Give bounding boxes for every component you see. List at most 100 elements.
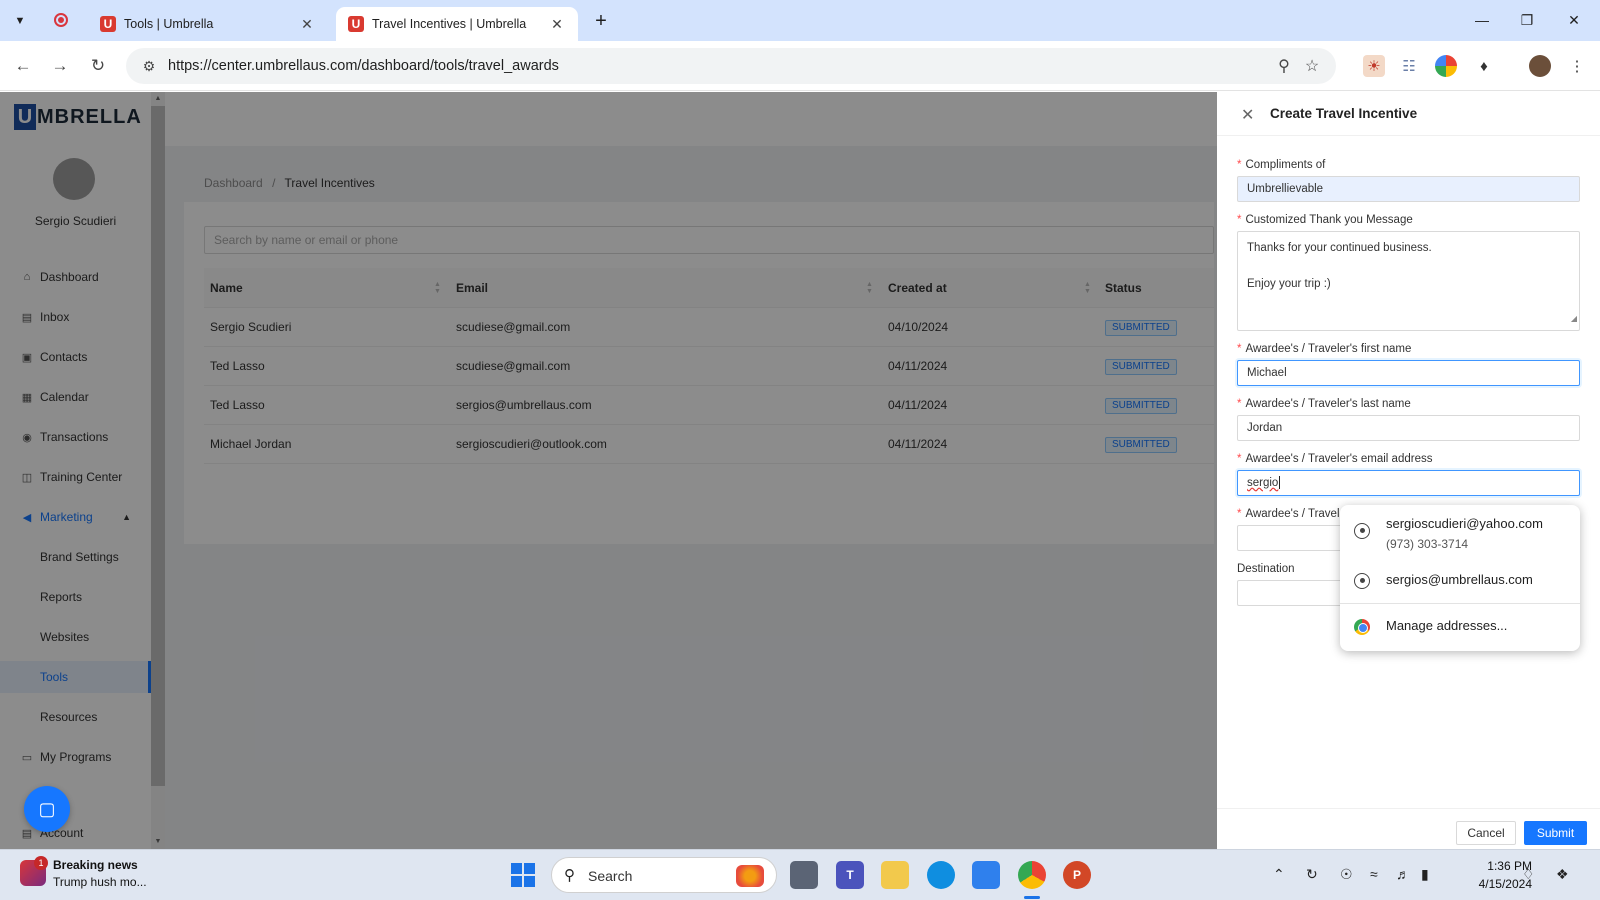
submit-button[interactable]: Submit [1524,821,1587,845]
sync-icon[interactable]: ↻ [1306,866,1318,883]
notepad-icon[interactable] [972,861,1000,889]
umbrella-favicon-icon: U [348,16,364,32]
active-app-indicator [1024,896,1040,899]
chat-widget-icon[interactable]: ▢ [24,786,70,832]
required-marker: * [1237,343,1242,355]
powerpoint-icon[interactable]: P [1063,861,1091,889]
tab-title: Tools | Umbrella [124,17,214,31]
search-highlight-icon [736,865,764,887]
extensions-puzzle-icon[interactable]: ♦ [1473,55,1495,77]
news-badge: 1 [34,856,48,870]
last-name-label-text: Awardee's / Traveler's last name [1245,398,1411,410]
close-icon[interactable]: ✕ [1241,105,1254,125]
compliments-label-text: Compliments of [1245,159,1326,171]
phone-label-text: Awardee's / Travel [1245,508,1340,520]
chrome-icon[interactable] [1018,861,1046,889]
autofill-suggestion[interactable]: sergios@umbrellaus.com [1340,559,1580,603]
chevron-up-icon[interactable]: ⌃ [1273,866,1285,883]
url-text[interactable]: https://center.umbrellaus.com/dashboard/… [168,58,1270,74]
browser-toolbar: ← → ↻ ⚙ https://center.umbrellaus.com/da… [0,41,1600,91]
microphone-icon[interactable]: ☉ [1340,866,1353,883]
taskbar-search-label: Search [588,868,633,884]
first-name-label-text: Awardee's / Traveler's first name [1245,343,1412,355]
address-bar[interactable]: ⚙ https://center.umbrellaus.com/dashboar… [126,48,1336,84]
destination-label: Destination [1237,563,1295,575]
windows-start-icon[interactable] [511,863,535,887]
resize-handle-icon[interactable]: ◢ [1571,310,1577,328]
wifi-icon[interactable]: ≈ [1370,866,1378,882]
compliments-label: * Compliments of [1237,159,1325,171]
account-circle-icon [1354,523,1370,539]
close-tab-icon[interactable]: ✕ [298,16,316,33]
teams-icon[interactable]: T [836,861,864,889]
suggestion-email: sergios@umbrellaus.com [1386,572,1533,587]
color-picker-extension-icon[interactable] [1435,55,1457,77]
edge-icon[interactable] [927,861,955,889]
phone-label: * Awardee's / Travel [1237,508,1340,520]
first-name-label: * Awardee's / Traveler's first name [1237,343,1411,355]
suggestion-email: sergioscudieri@yahoo.com [1386,516,1543,531]
taskbar-search-box[interactable]: ⚲ Search [551,857,777,893]
app-viewport: U MBRELLA Sergio Scudieri ⌂ Dashboard ▤ In… [0,92,1600,849]
minimize-window-icon[interactable]: — [1468,8,1496,32]
chrome-icon [1354,619,1370,635]
email-field-value: sergio [1247,477,1279,489]
close-tab-icon[interactable]: ✕ [548,16,566,33]
tab-title: Travel Incentives | Umbrella [372,17,527,31]
manage-addresses-item[interactable]: Manage addresses... [1340,604,1580,651]
extension-badge-icon[interactable]: ☀ [1363,55,1385,77]
email-field[interactable]: sergio [1237,470,1580,496]
site-info-icon[interactable]: ⚙ [134,58,164,75]
required-marker: * [1237,508,1242,520]
new-tab-button[interactable]: + [588,8,614,34]
forward-icon[interactable]: → [47,53,73,79]
bookmark-star-icon[interactable]: ☆ [1298,56,1326,76]
task-view-icon[interactable] [790,861,818,889]
recording-icon[interactable] [54,13,68,27]
restore-window-icon[interactable]: ❐ [1513,8,1541,32]
thank-you-message-textarea[interactable]: Thanks for your continued business. Enjo… [1237,231,1580,331]
file-explorer-icon[interactable] [881,861,909,889]
first-name-field[interactable]: Michael [1237,360,1580,386]
more-menu-icon[interactable]: ⋮ [1566,55,1588,77]
suggestion-phone: (973) 303-3714 [1386,537,1469,551]
tab-search-chevron-icon[interactable]: ▼ [8,9,32,33]
account-circle-icon [1354,573,1370,589]
message-text: Thanks for your continued business. Enjo… [1247,242,1432,290]
zoom-icon[interactable]: ⚲ [1270,56,1298,76]
browser-tab-tools[interactable]: U Tools | Umbrella ✕ [88,7,328,41]
profile-avatar-icon[interactable] [1529,55,1551,77]
required-marker: * [1237,398,1242,410]
browser-tab-strip: ▼ U Tools | Umbrella ✕ U Travel Incentiv… [0,0,1600,41]
last-name-field[interactable]: Jordan [1237,415,1580,441]
message-label: * Customized Thank you Message [1237,214,1413,226]
autofill-suggestions-popup: sergioscudieri@yahoo.com (973) 303-3714 … [1340,505,1580,651]
message-label-text: Customized Thank you Message [1245,214,1413,226]
search-icon: ⚲ [564,867,575,884]
news-title[interactable]: Breaking news [53,858,138,872]
battery-icon[interactable]: ▮ [1421,866,1429,883]
news-subtitle[interactable]: Trump hush mo... [53,875,147,889]
notification-bell-icon[interactable]: ♢ [1522,866,1535,883]
volume-icon[interactable]: ♬ [1396,866,1410,882]
email-label: * Awardee's / Traveler's email address [1237,453,1432,465]
compliments-field[interactable]: Umbrellievable [1237,176,1580,202]
drawer-header: ✕ Create Travel Incentive [1217,92,1600,136]
cancel-button[interactable]: Cancel [1456,821,1516,845]
manage-addresses-label: Manage addresses... [1386,618,1508,633]
copilot-icon[interactable]: ❖ [1556,866,1569,883]
drawer-footer: Cancel Submit [1217,808,1600,849]
extension-icon[interactable]: ☷ [1398,55,1420,77]
required-marker: * [1237,214,1242,226]
back-icon[interactable]: ← [10,53,36,79]
text-cursor [1279,476,1281,490]
last-name-label: * Awardee's / Traveler's last name [1237,398,1411,410]
autofill-suggestion[interactable]: sergioscudieri@yahoo.com (973) 303-3714 [1340,505,1580,559]
reload-icon[interactable]: ↻ [85,53,111,79]
umbrella-favicon-icon: U [100,16,116,32]
browser-tab-travel-incentives[interactable]: U Travel Incentives | Umbrella ✕ [336,7,578,41]
close-window-icon[interactable]: ✕ [1560,8,1588,32]
windows-taskbar: 1 Breaking news Trump hush mo... ⚲ Searc… [0,849,1600,900]
create-travel-incentive-drawer: ✕ Create Travel Incentive * Compliments o… [1217,92,1600,849]
drawer-title: Create Travel Incentive [1270,106,1418,121]
